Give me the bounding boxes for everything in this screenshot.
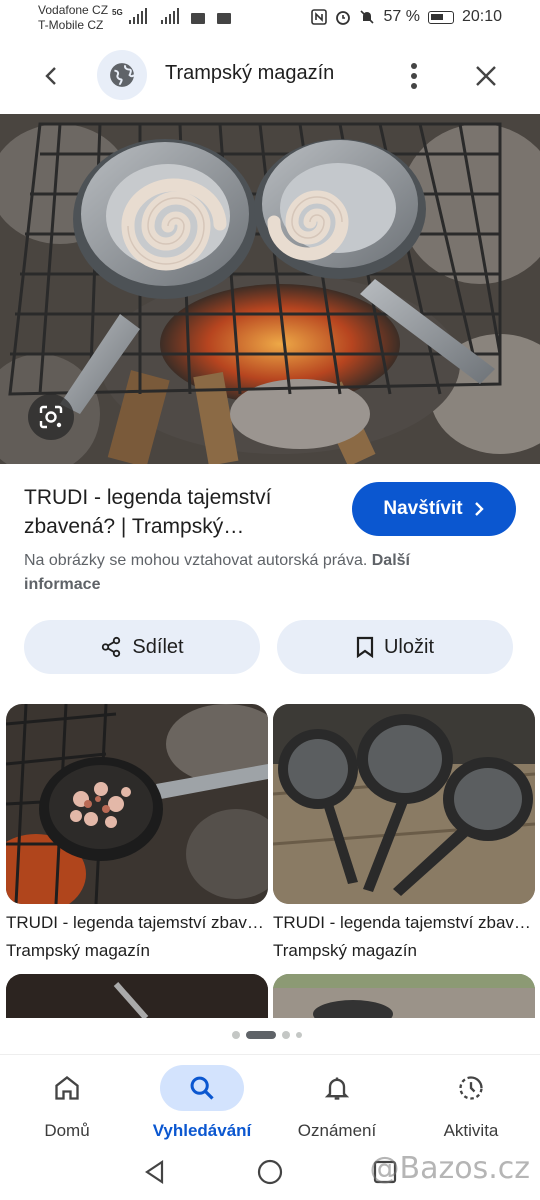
related-result-card-partial[interactable] xyxy=(6,974,268,1018)
campfire-pans-image xyxy=(0,114,540,464)
back-button[interactable] xyxy=(36,60,68,92)
bottom-navigation: Domů Vyhledávání Oznámení Aktivita xyxy=(0,1054,540,1150)
alarm-icon xyxy=(336,11,351,25)
nav-icon-wrap xyxy=(160,1065,244,1111)
mute-icon xyxy=(360,10,375,24)
visit-button[interactable]: Navštívit xyxy=(352,482,516,536)
dot xyxy=(296,1032,302,1038)
chevron-right-icon xyxy=(474,502,484,516)
dot xyxy=(282,1031,290,1039)
nav-label: Aktivita xyxy=(443,1121,499,1140)
nfc-icon xyxy=(311,9,328,25)
related-thumbnail xyxy=(6,704,268,904)
signal-icon xyxy=(128,8,147,24)
partial-thumbnail xyxy=(273,974,535,1018)
related-source: Trampský magazín xyxy=(6,941,150,960)
network-type: 5G xyxy=(112,8,123,17)
related-thumbnail xyxy=(273,704,535,904)
bell-icon xyxy=(324,1077,350,1100)
nav-label: Domů xyxy=(44,1121,90,1140)
search-icon xyxy=(190,1076,214,1100)
system-back-icon[interactable] xyxy=(142,1159,168,1185)
home-icon xyxy=(55,1076,79,1100)
copyright-notice: Na obrázky se mohou vztahovat autorská p… xyxy=(24,549,464,597)
related-source: Trampský magazín xyxy=(273,941,417,960)
related-result-card[interactable]: TRUDI - legenda tajemství zbavená? Tramp… xyxy=(6,704,268,962)
google-lens-button[interactable] xyxy=(28,394,74,440)
lens-icon xyxy=(39,405,63,429)
signal-2-icon xyxy=(160,8,179,24)
message-2-icon xyxy=(216,13,231,24)
copyright-text: Na obrázky se mohou vztahovat autorská p… xyxy=(24,552,368,569)
status-bar: Vodafone CZ T-Mobile CZ 5G 57 % 20:10 xyxy=(0,0,540,40)
share-button[interactable]: Sdílet xyxy=(24,620,260,674)
partial-thumbnail xyxy=(6,974,268,1018)
related-title: TRUDI - legenda tajemství zbavená? xyxy=(273,913,535,932)
carousel-indicator xyxy=(232,1031,302,1039)
arrow-back-icon xyxy=(45,67,56,85)
battery-percent: 57 % xyxy=(383,8,420,25)
message-icon xyxy=(190,13,205,24)
nav-icon-wrap xyxy=(25,1065,109,1111)
nav-label: Vyhledávání xyxy=(152,1121,252,1140)
nav-home[interactable]: Domů xyxy=(7,1065,127,1141)
related-result-card[interactable]: TRUDI - legenda tajemství zbavená? Tramp… xyxy=(273,704,535,962)
bookmark-icon xyxy=(356,636,374,658)
related-result-card-partial[interactable] xyxy=(273,974,535,1018)
nav-search[interactable]: Vyhledávání xyxy=(142,1065,262,1141)
result-title[interactable]: TRUDI - legenda tajemství zbavená? | Tra… xyxy=(24,483,334,541)
more-vert-icon xyxy=(411,63,417,89)
nav-label: Oznámení xyxy=(297,1121,377,1140)
site-favicon xyxy=(97,50,147,100)
nav-notifications[interactable]: Oznámení xyxy=(277,1065,397,1141)
close-icon xyxy=(476,66,496,86)
dot xyxy=(232,1031,240,1039)
carrier-2: T-Mobile CZ xyxy=(38,18,104,32)
save-button[interactable]: Uložit xyxy=(277,620,513,674)
share-icon xyxy=(102,636,121,658)
nav-icon-wrap xyxy=(429,1065,513,1111)
battery-icon xyxy=(427,10,454,24)
related-title: TRUDI - legenda tajemství zbavená? xyxy=(6,913,268,932)
three-pans-image xyxy=(273,704,535,904)
save-label: Uložit xyxy=(383,635,434,658)
globe-icon xyxy=(110,63,135,87)
signal-icons: 5G xyxy=(112,8,231,24)
carrier-1: Vodafone CZ xyxy=(38,3,109,17)
more-options-button[interactable] xyxy=(400,58,428,94)
dot-active xyxy=(246,1031,276,1039)
site-header: Trampský magazín xyxy=(0,40,540,112)
carrier-info: Vodafone CZ T-Mobile CZ xyxy=(38,3,108,33)
pan-bacon-image xyxy=(6,704,268,904)
close-button[interactable] xyxy=(468,58,504,94)
visit-label: Navštívit xyxy=(383,498,463,519)
page-title: Trampský magazín xyxy=(165,62,335,84)
preview-image[interactable] xyxy=(0,114,540,464)
clock: 20:10 xyxy=(461,8,502,25)
nav-activity[interactable]: Aktivita xyxy=(411,1065,531,1141)
activity-icon xyxy=(459,1076,483,1100)
share-label: Sdílet xyxy=(132,635,184,658)
watermark: @Bazos.cz xyxy=(369,1151,530,1186)
system-home-icon[interactable] xyxy=(257,1159,283,1185)
status-right: 57 % 20:10 xyxy=(311,8,502,26)
nav-icon-wrap xyxy=(295,1065,379,1111)
